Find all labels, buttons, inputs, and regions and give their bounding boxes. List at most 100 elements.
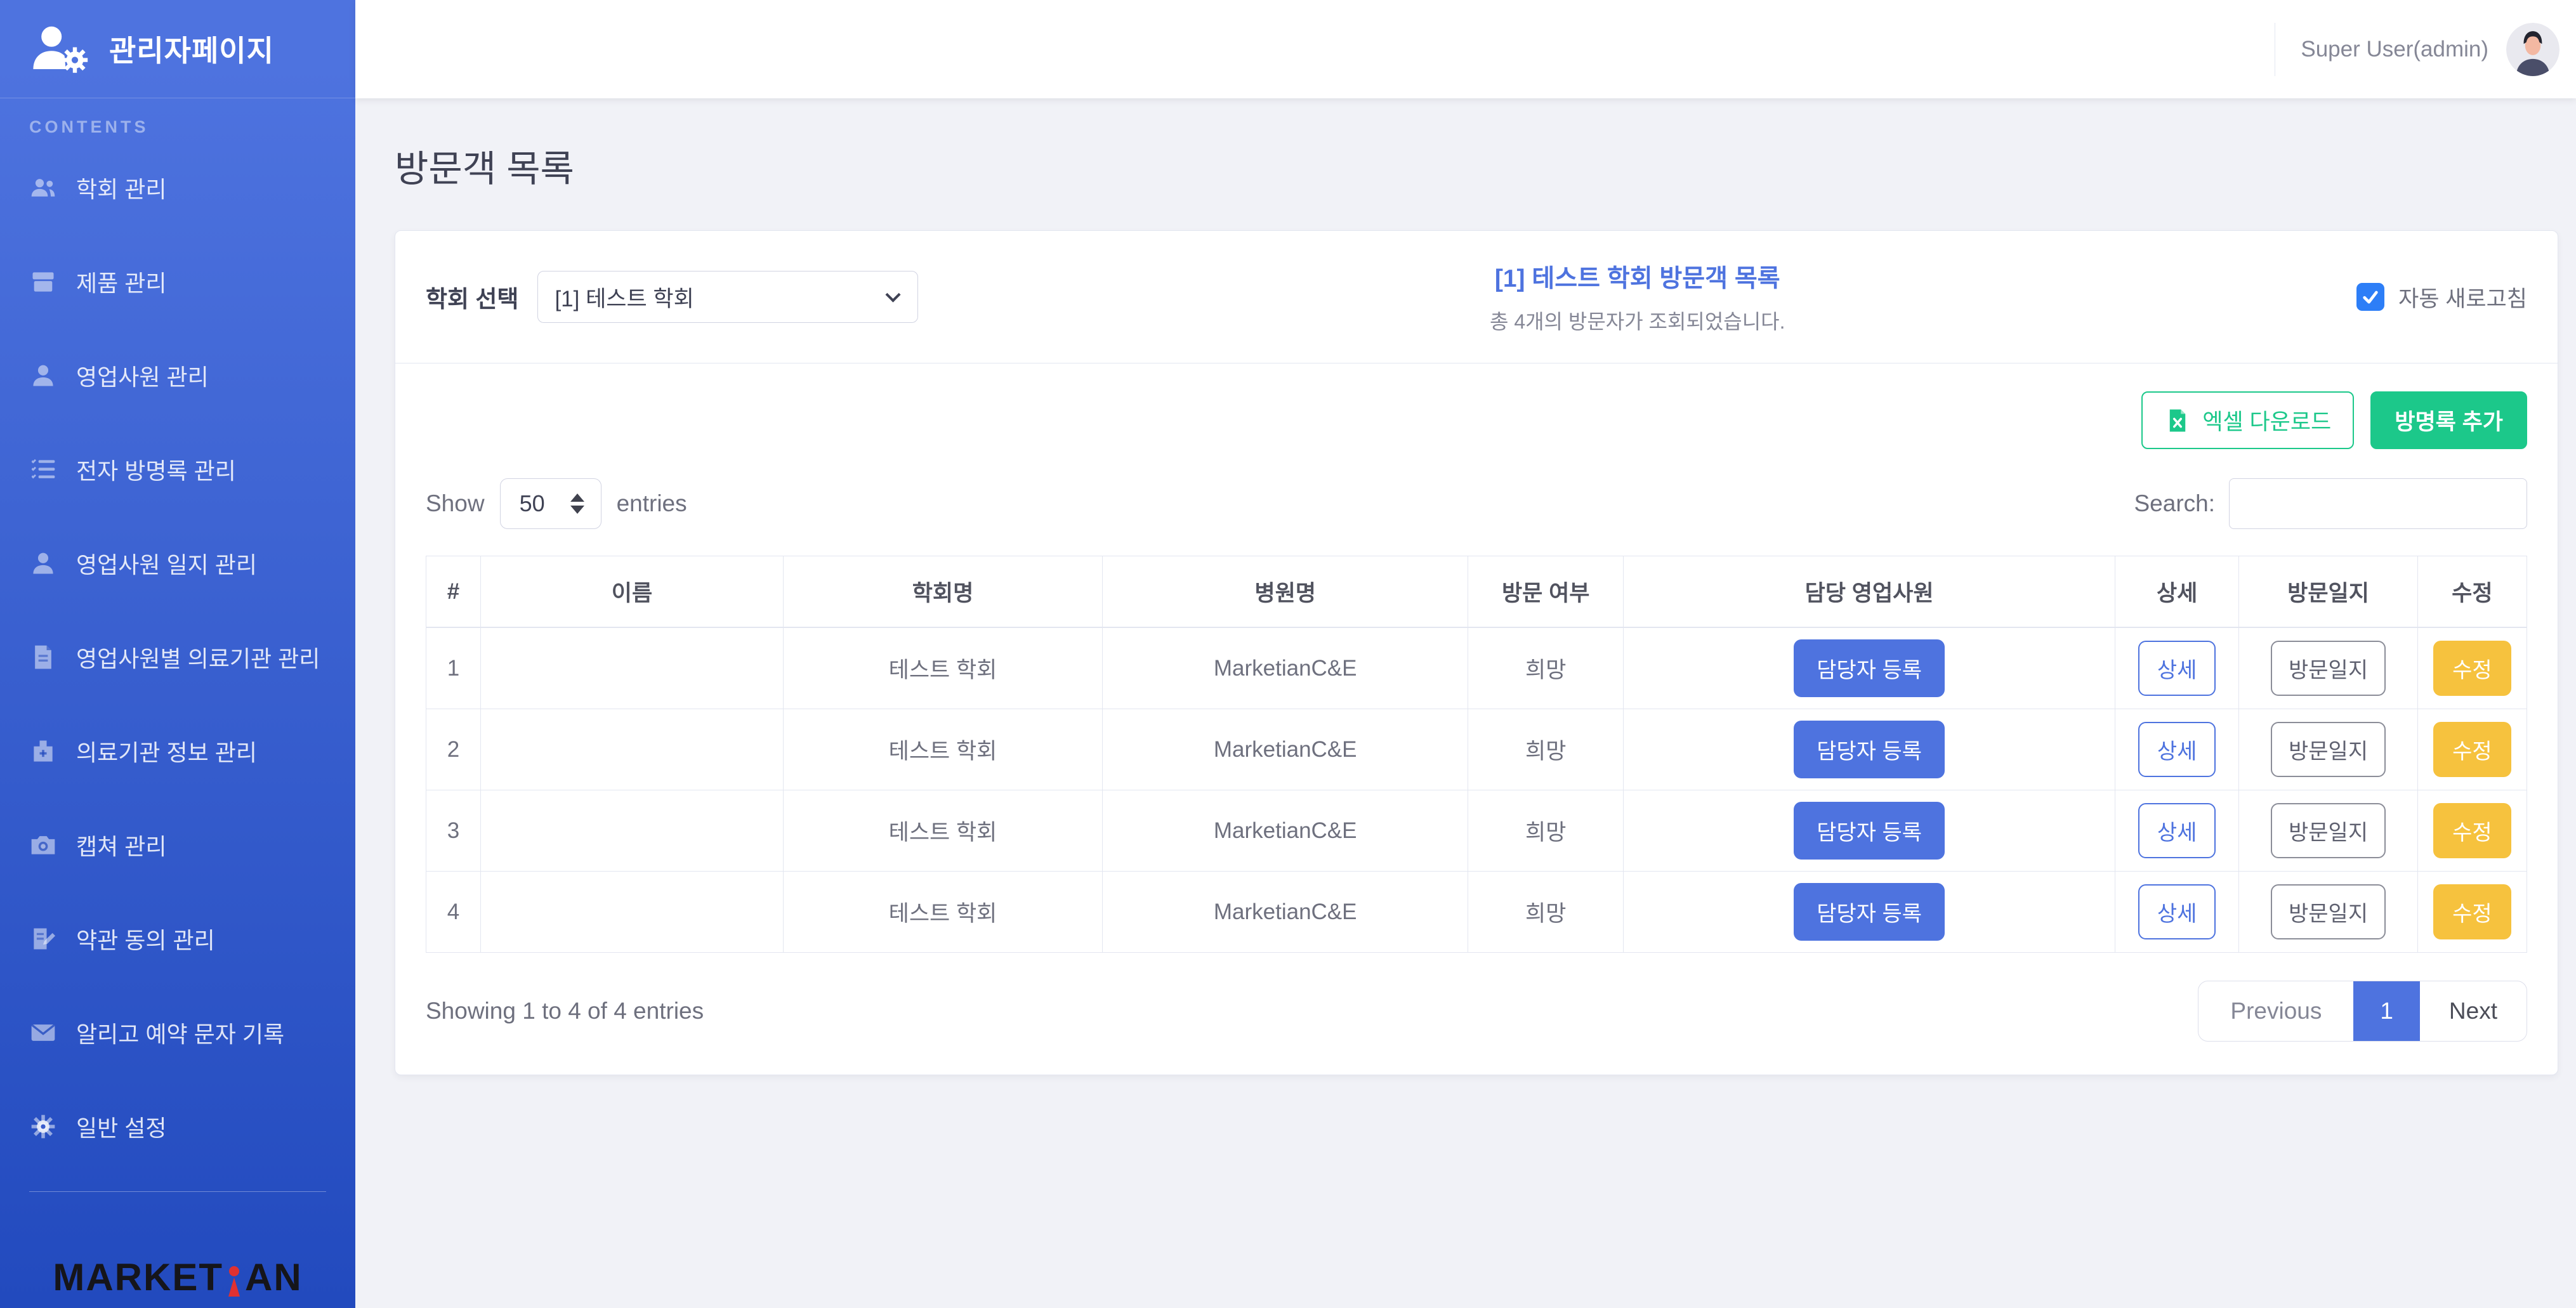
- cell-name: [481, 872, 784, 953]
- page-size-select[interactable]: 50: [500, 478, 601, 529]
- user-avatar[interactable]: [2506, 23, 2560, 76]
- visit-log-button[interactable]: 방문일지: [2271, 722, 2386, 777]
- admin-user-gear-icon: [29, 23, 90, 74]
- sidebar-item-institution-info-management[interactable]: 의료기관 정보 관리: [0, 704, 355, 798]
- cell-visit-status: 희망: [1468, 872, 1624, 953]
- search-input[interactable]: [2229, 478, 2527, 529]
- sidebar: 관리자페이지 CONTENTS 학회 관리 제품 관리 영업사원 관리 전자 방…: [0, 0, 355, 1308]
- table-footer: Showing 1 to 4 of 4 entries Previous 1 N…: [426, 981, 2527, 1042]
- brand-link[interactable]: 관리자페이지: [0, 0, 355, 98]
- edit-button[interactable]: 수정: [2433, 884, 2511, 939]
- sidebar-item-guestbook-management[interactable]: 전자 방명록 관리: [0, 422, 355, 516]
- visitor-list-card: 학회 선택 [1] 테스트 학회 [1] 테스트 학회 방문객 목록 총 4개의…: [395, 230, 2558, 1075]
- user-icon: [29, 362, 57, 389]
- box-icon: [29, 268, 57, 296]
- detail-button[interactable]: 상세: [2138, 722, 2216, 777]
- app-root: 관리자페이지 CONTENTS 학회 관리 제품 관리 영업사원 관리 전자 방…: [0, 0, 2576, 1308]
- assign-manager-button[interactable]: 담당자 등록: [1794, 802, 1945, 860]
- detail-button[interactable]: 상세: [2138, 641, 2216, 696]
- pagination-previous[interactable]: Previous: [2198, 981, 2353, 1041]
- col-header-visitlog: 방문일지: [2239, 556, 2417, 628]
- logo-text-prefix: MARKET: [53, 1255, 223, 1299]
- summary-subtitle: 총 4개의 방문자가 조회되었습니다.: [937, 306, 2337, 335]
- table-row: 1 테스트 학회 MarketianC&E 희망 담당자 등록 상세 방문일지 …: [426, 627, 2527, 709]
- cell-visit-status: 희망: [1468, 790, 1624, 872]
- excel-download-button[interactable]: 엑셀 다운로드: [2141, 391, 2354, 449]
- content: 방문객 목록 학회 선택 [1] 테스트 학회 [1] 테스트 학회 방문객 목…: [355, 98, 2576, 1075]
- assign-manager-button[interactable]: 담당자 등록: [1794, 883, 1945, 941]
- main-area: Super User(admin) 방문객 목록 학회 선택: [355, 0, 2576, 1308]
- edit-button[interactable]: 수정: [2433, 722, 2511, 777]
- society-select-label: 학회 선택: [426, 280, 518, 314]
- cell-num: 4: [426, 872, 481, 953]
- cell-visit-status: 희망: [1468, 627, 1624, 709]
- sidebar-section-label: CONTENTS: [29, 117, 355, 137]
- card-body: 엑셀 다운로드 방명록 추가 Show 50: [395, 363, 2558, 1075]
- show-entries: Show 50 entries: [426, 478, 687, 529]
- brand-title: 관리자페이지: [109, 28, 274, 70]
- user-name: Super User(admin): [2301, 37, 2488, 62]
- sidebar-item-label: 영업사원별 의료기관 관리: [76, 641, 320, 674]
- sidebar-divider: [29, 1191, 326, 1192]
- detail-button[interactable]: 상세: [2138, 884, 2216, 939]
- society-select[interactable]: [1] 테스트 학회: [537, 271, 918, 323]
- showing-entries-text: Showing 1 to 4 of 4 entries: [426, 998, 704, 1024]
- col-header-num: #: [426, 556, 481, 628]
- sidebar-item-institution-by-salesperson[interactable]: 영업사원별 의료기관 관리: [0, 610, 355, 704]
- logo-text-suffix: AN: [245, 1255, 303, 1299]
- signature-icon: [29, 925, 57, 953]
- pagination-next[interactable]: Next: [2420, 981, 2527, 1041]
- edit-button[interactable]: 수정: [2433, 641, 2511, 696]
- table-header-row: # 이름 학회명 병원명 방문 여부 담당 영업사원 상세 방문일지 수정: [426, 556, 2527, 628]
- sidebar-item-capture-management[interactable]: 캡쳐 관리: [0, 798, 355, 892]
- auto-refresh-label: 자동 새로고침: [2398, 281, 2527, 313]
- table-row: 3 테스트 학회 MarketianC&E 희망 담당자 등록 상세 방문일지 …: [426, 790, 2527, 872]
- sidebar-item-product-management[interactable]: 제품 관리: [0, 235, 355, 329]
- col-header-edit: 수정: [2417, 556, 2527, 628]
- auto-refresh-toggle[interactable]: 자동 새로고침: [2356, 281, 2527, 313]
- edit-button[interactable]: 수정: [2433, 803, 2511, 858]
- cell-hospital: MarketianC&E: [1103, 872, 1468, 953]
- pagination-page-1[interactable]: 1: [2353, 981, 2420, 1041]
- col-header-assignee: 담당 영업사원: [1624, 556, 2115, 628]
- assign-manager-button[interactable]: 담당자 등록: [1794, 639, 1945, 697]
- visit-log-button[interactable]: 방문일지: [2271, 884, 2386, 939]
- col-header-detail: 상세: [2115, 556, 2239, 628]
- sidebar-item-society-management[interactable]: 학회 관리: [0, 141, 355, 235]
- sidebar-item-label: 학회 관리: [76, 171, 166, 204]
- sidebar-item-salesperson-management[interactable]: 영업사원 관리: [0, 329, 355, 422]
- user-icon: [29, 549, 57, 577]
- visit-log-button[interactable]: 방문일지: [2271, 803, 2386, 858]
- show-label: Show: [426, 490, 485, 517]
- sidebar-item-label: 전자 방명록 관리: [76, 453, 236, 486]
- sidebar-item-sales-diary-management[interactable]: 영업사원 일지 관리: [0, 516, 355, 610]
- visitors-table: # 이름 학회명 병원명 방문 여부 담당 영업사원 상세 방문일지 수정: [426, 556, 2527, 953]
- sidebar-item-sms-log[interactable]: 알리고 예약 문자 기록: [0, 986, 355, 1080]
- page-title: 방문객 목록: [395, 139, 2558, 192]
- select-arrows-icon: [570, 494, 584, 514]
- cell-name: [481, 709, 784, 790]
- sidebar-item-general-settings[interactable]: 일반 설정: [0, 1080, 355, 1174]
- search-label: Search:: [2134, 490, 2215, 517]
- col-header-hospital: 병원명: [1103, 556, 1468, 628]
- page-size-value: 50: [520, 490, 545, 517]
- entries-label: entries: [617, 490, 687, 517]
- society-select-value: [1] 테스트 학회: [555, 281, 693, 313]
- sidebar-item-label: 알리고 예약 문자 기록: [76, 1016, 284, 1049]
- cell-name: [481, 790, 784, 872]
- sidebar-item-terms-agreement-management[interactable]: 약관 동의 관리: [0, 892, 355, 986]
- cell-num: 3: [426, 790, 481, 872]
- sidebar-nav: 학회 관리 제품 관리 영업사원 관리 전자 방명록 관리 영업사원 일지 관리…: [0, 141, 355, 1174]
- summary-title: [1] 테스트 학회 방문객 목록: [937, 259, 2337, 294]
- detail-button[interactable]: 상세: [2138, 803, 2216, 858]
- add-guestbook-button[interactable]: 방명록 추가: [2370, 391, 2527, 449]
- cell-society: 테스트 학회: [783, 709, 1102, 790]
- envelope-icon: [29, 1019, 57, 1047]
- logo-red-i-icon: [226, 1266, 242, 1299]
- visit-log-button[interactable]: 방문일지: [2271, 641, 2386, 696]
- checkbox-checked-icon[interactable]: [2356, 283, 2384, 311]
- list-check-icon: [29, 455, 57, 483]
- gear-icon: [29, 1113, 57, 1141]
- assign-manager-button[interactable]: 담당자 등록: [1794, 721, 1945, 778]
- col-header-name: 이름: [481, 556, 784, 628]
